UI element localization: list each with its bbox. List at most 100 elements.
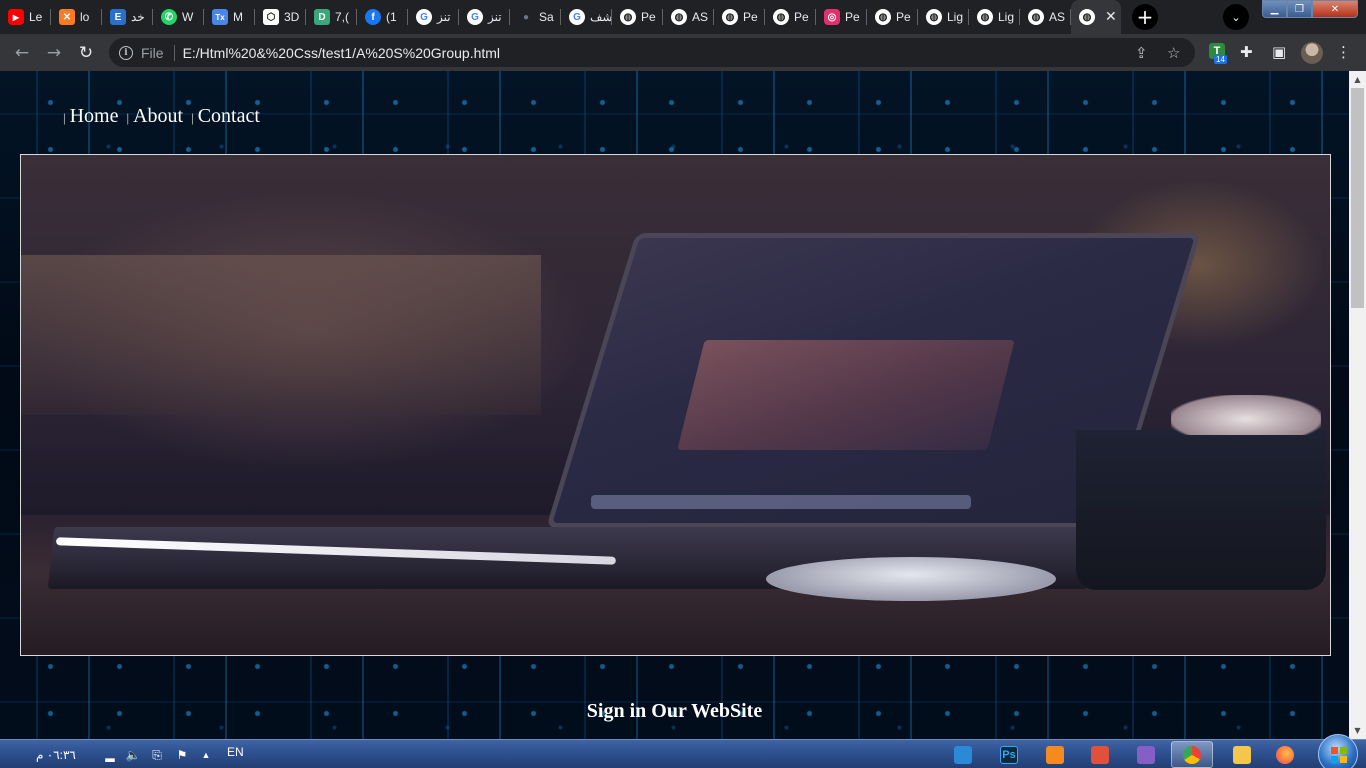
tab-title: خد [131, 10, 145, 24]
brackets-icon [1091, 745, 1109, 764]
hero-screen-window [677, 340, 1015, 450]
scrollbar-thumb[interactable] [1351, 88, 1364, 308]
nav-separator: | [191, 110, 194, 125]
taskbar-app[interactable] [1221, 741, 1263, 768]
tab-title: AS [692, 10, 709, 24]
close-tab-icon[interactable]: ✕ [1105, 9, 1117, 25]
tab-title: Pe [896, 10, 911, 24]
taskbar-app[interactable]: Ps [988, 741, 1030, 768]
url-text[interactable]: E:/Html%20&%20Css/test1/A%20S%20Group.ht… [183, 45, 500, 61]
address-separator [173, 44, 175, 61]
google-icon: G [467, 9, 483, 25]
new-tab-button[interactable]: + [1132, 4, 1158, 30]
window-controls: ▁ ❐ ✕ [1262, 0, 1358, 18]
taskbar-app[interactable] [1079, 741, 1121, 768]
tab[interactable]: G تنز [459, 0, 510, 34]
taskbar-app[interactable] [1125, 741, 1167, 768]
start-button[interactable] [1318, 734, 1358, 768]
globe-icon: ◍ [1079, 9, 1095, 25]
menu-kebab-icon[interactable]: ⋮ [1336, 43, 1351, 61]
tab-search-button[interactable]: ⌄ [1223, 4, 1249, 30]
scroll-down-icon[interactable]: ▼ [1349, 722, 1366, 739]
tab[interactable]: ⬡ 3D [255, 0, 306, 34]
arrow-left-icon: ← [14, 43, 30, 63]
info-icon[interactable]: i [119, 45, 133, 60]
taskbar: ٠٦:٣٦ م ▂ 🔈 ⎘ ⚑ ▲ EN Ps [0, 734, 1366, 768]
taskbar-app[interactable] [1264, 741, 1306, 768]
globe-icon: ◍ [977, 9, 993, 25]
tab-title: Pe [743, 10, 758, 24]
tab[interactable]: G شف [561, 0, 612, 34]
tab-title: W [182, 10, 194, 24]
tab[interactable]: G تنز [408, 0, 459, 34]
nav-link-about[interactable]: About [133, 105, 183, 128]
minimize-button[interactable]: ▁ [1262, 0, 1287, 18]
tab[interactable]: ◍ Pe [765, 0, 816, 34]
forward-button[interactable]: → [42, 41, 66, 65]
share-icon[interactable]: ⇪ [1135, 38, 1148, 67]
side-panel-icon[interactable]: ▣ [1272, 43, 1286, 61]
globe-icon: ◍ [875, 9, 891, 25]
tab[interactable]: ▶ Le [0, 0, 51, 34]
chevron-down-icon: ⌄ [1231, 10, 1241, 24]
tab-title: 3D [284, 10, 300, 24]
taskbar-app[interactable] [1171, 741, 1213, 768]
scroll-up-icon[interactable]: ▲ [1349, 71, 1366, 88]
tab-title: Lig [947, 10, 964, 24]
language-indicator[interactable]: EN [227, 737, 244, 766]
action-center-flag-icon[interactable]: ⚑ [175, 748, 189, 762]
tab[interactable]: ◍ AS [1020, 0, 1071, 34]
profile-avatar[interactable] [1301, 42, 1323, 64]
nav-separator: | [63, 110, 66, 125]
tab[interactable]: ◍ Pe [612, 0, 663, 34]
globe-icon: ◍ [1028, 9, 1044, 25]
bookmark-star-icon[interactable]: ☆ [1167, 38, 1180, 67]
tab[interactable]: ◍ Pe [714, 0, 765, 34]
nav-link-home[interactable]: Home [70, 105, 119, 128]
tab-title: Pe [845, 10, 860, 24]
tab[interactable]: f (1 [357, 0, 408, 34]
arrow-right-icon: → [46, 43, 62, 63]
nav-link-contact[interactable]: Contact [198, 105, 260, 128]
back-button[interactable]: ← [10, 41, 34, 65]
usb-device-icon[interactable]: ⎘ [150, 748, 164, 762]
tab[interactable]: D 7,( [306, 0, 357, 34]
tab[interactable]: Tx M [204, 0, 255, 34]
taskbar-app[interactable] [942, 741, 984, 768]
hero-mouse [766, 557, 1056, 601]
show-hidden-icons-icon[interactable]: ▲ [199, 748, 213, 762]
taskbar-app[interactable] [1034, 741, 1076, 768]
tab[interactable]: ● Sa [510, 0, 561, 34]
tab-active[interactable]: ◍ ✕ [1071, 0, 1121, 34]
tab-strip: ▶ Le ✕ lo E خد ✆ W Tx M ⬡ 3D D 7,(f (1 G تنز G تنز ● Sa G شف ◍ P… [0, 0, 1366, 34]
tab-title: Pe [794, 10, 809, 24]
tab[interactable]: E خد [102, 0, 153, 34]
tab[interactable]: ✆ W [153, 0, 204, 34]
tab[interactable]: ◍ Lig [918, 0, 969, 34]
tab-title: شف [590, 10, 612, 24]
tab[interactable]: ◎ Pe [816, 0, 867, 34]
extensions-puzzle-icon[interactable]: ✚ [1240, 43, 1253, 61]
hero-cup-top [1171, 395, 1321, 435]
page-scrollbar[interactable]: ▲ ▼ [1349, 71, 1366, 739]
tab[interactable]: ◍ AS [663, 0, 714, 34]
volume-icon[interactable]: 🔈 [126, 748, 141, 762]
signin-title: Sign in Our WebSite [586, 700, 763, 722]
e-icon: E [110, 9, 126, 25]
visual-studio-icon [1137, 745, 1155, 764]
reload-button[interactable]: ↻ [74, 41, 98, 65]
tab[interactable]: ✕ lo [51, 0, 102, 34]
codepen-icon: ⬡ [263, 9, 279, 25]
network-signal-icon[interactable]: ▂ [103, 748, 117, 762]
clock[interactable]: ٠٦:٣٦ م [36, 740, 76, 768]
close-window-button[interactable]: ✕ [1312, 0, 1358, 18]
tab[interactable]: ◍ Lig [969, 0, 1020, 34]
address-bar[interactable]: i File E:/Html%20&%20Css/test1/A%20S%20G… [109, 38, 1195, 67]
whatsapp-icon: ✆ [161, 9, 177, 25]
instagram-icon: ◎ [824, 9, 840, 25]
tab-title: Le [29, 10, 43, 24]
tab[interactable]: ◍ Pe [867, 0, 918, 34]
tab-title: Sa [539, 10, 554, 24]
maximize-button[interactable]: ❐ [1287, 0, 1312, 18]
globe-icon: ◍ [671, 9, 687, 25]
